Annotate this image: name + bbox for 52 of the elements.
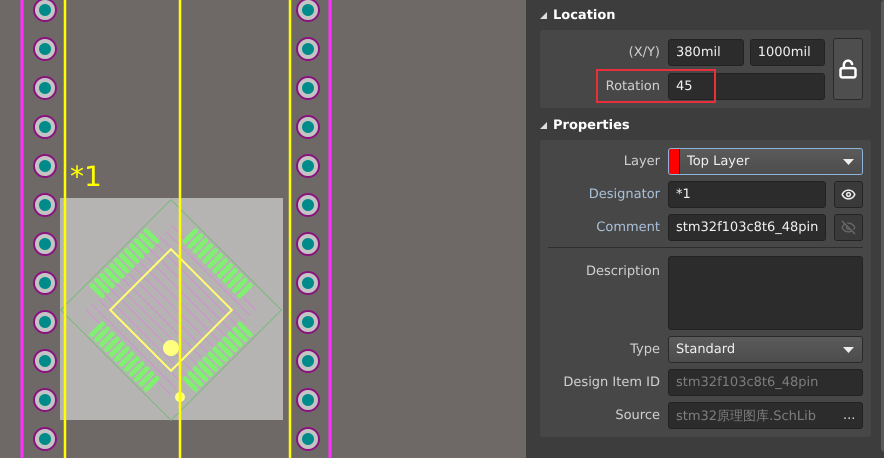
- pad-drawing: [33, 193, 57, 217]
- section-title: Location: [553, 8, 616, 22]
- layer-dropdown[interactable]: Top Layer: [668, 148, 864, 175]
- x-field[interactable]: 380mil: [668, 38, 744, 66]
- type-dropdown[interactable]: Standard: [668, 336, 864, 363]
- pad-drawing: [296, 232, 320, 256]
- pad-drawing: [33, 0, 57, 22]
- pad-drawing: [33, 310, 57, 334]
- pad-drawing: [296, 388, 320, 412]
- unlock-icon[interactable]: [833, 38, 864, 100]
- caret-icon: [843, 346, 854, 352]
- eye-icon[interactable]: [834, 181, 864, 208]
- collapse-triangle-icon[interactable]: [540, 122, 547, 128]
- field-label: Layer: [624, 154, 660, 169]
- field-label: Rotation: [606, 78, 660, 94]
- pad-drawing: [296, 271, 320, 295]
- field-label: Comment: [596, 220, 660, 235]
- designator-field[interactable]: *1: [668, 181, 826, 208]
- pad-drawing: [33, 232, 57, 256]
- field-label: Source: [615, 408, 660, 423]
- pad-drawing: [33, 349, 57, 373]
- pad-drawing: [33, 271, 57, 295]
- description-field[interactable]: [668, 256, 864, 330]
- pad-drawing: [33, 115, 57, 139]
- pad-drawing: [296, 427, 320, 451]
- pad-drawing: [296, 76, 320, 100]
- field-label: (X/Y): [628, 44, 660, 60]
- eye-off-icon[interactable]: [834, 214, 864, 241]
- comment-field[interactable]: stm32f103c8t6_48pin: [668, 214, 826, 241]
- designator-text: *1: [70, 160, 102, 193]
- pad-drawing: [296, 0, 320, 22]
- pad-drawing: [33, 154, 57, 178]
- pad-drawing: [296, 349, 320, 373]
- collapse-triangle-icon[interactable]: [540, 12, 547, 18]
- pad-drawing: [296, 115, 320, 139]
- section-title: Properties: [553, 118, 630, 132]
- pad-drawing: [33, 37, 57, 61]
- rotation-field[interactable]: 45: [668, 72, 826, 100]
- pad-drawing: [296, 310, 320, 334]
- pad-drawing: [296, 154, 320, 178]
- caret-icon: [843, 158, 854, 164]
- pad-drawing: [33, 427, 57, 451]
- pad-drawing: [296, 37, 320, 61]
- field-label: Design Item ID: [563, 375, 660, 390]
- pad-drawing: [296, 193, 320, 217]
- field-label: Description: [586, 263, 660, 279]
- pcb-canvas[interactable]: *1: [0, 0, 526, 458]
- y-field[interactable]: 1000mil: [750, 38, 826, 66]
- field-label: Type: [630, 342, 660, 357]
- pad-drawing: [33, 76, 57, 100]
- field-label: Designator: [588, 187, 660, 202]
- pad-drawing: [33, 388, 57, 412]
